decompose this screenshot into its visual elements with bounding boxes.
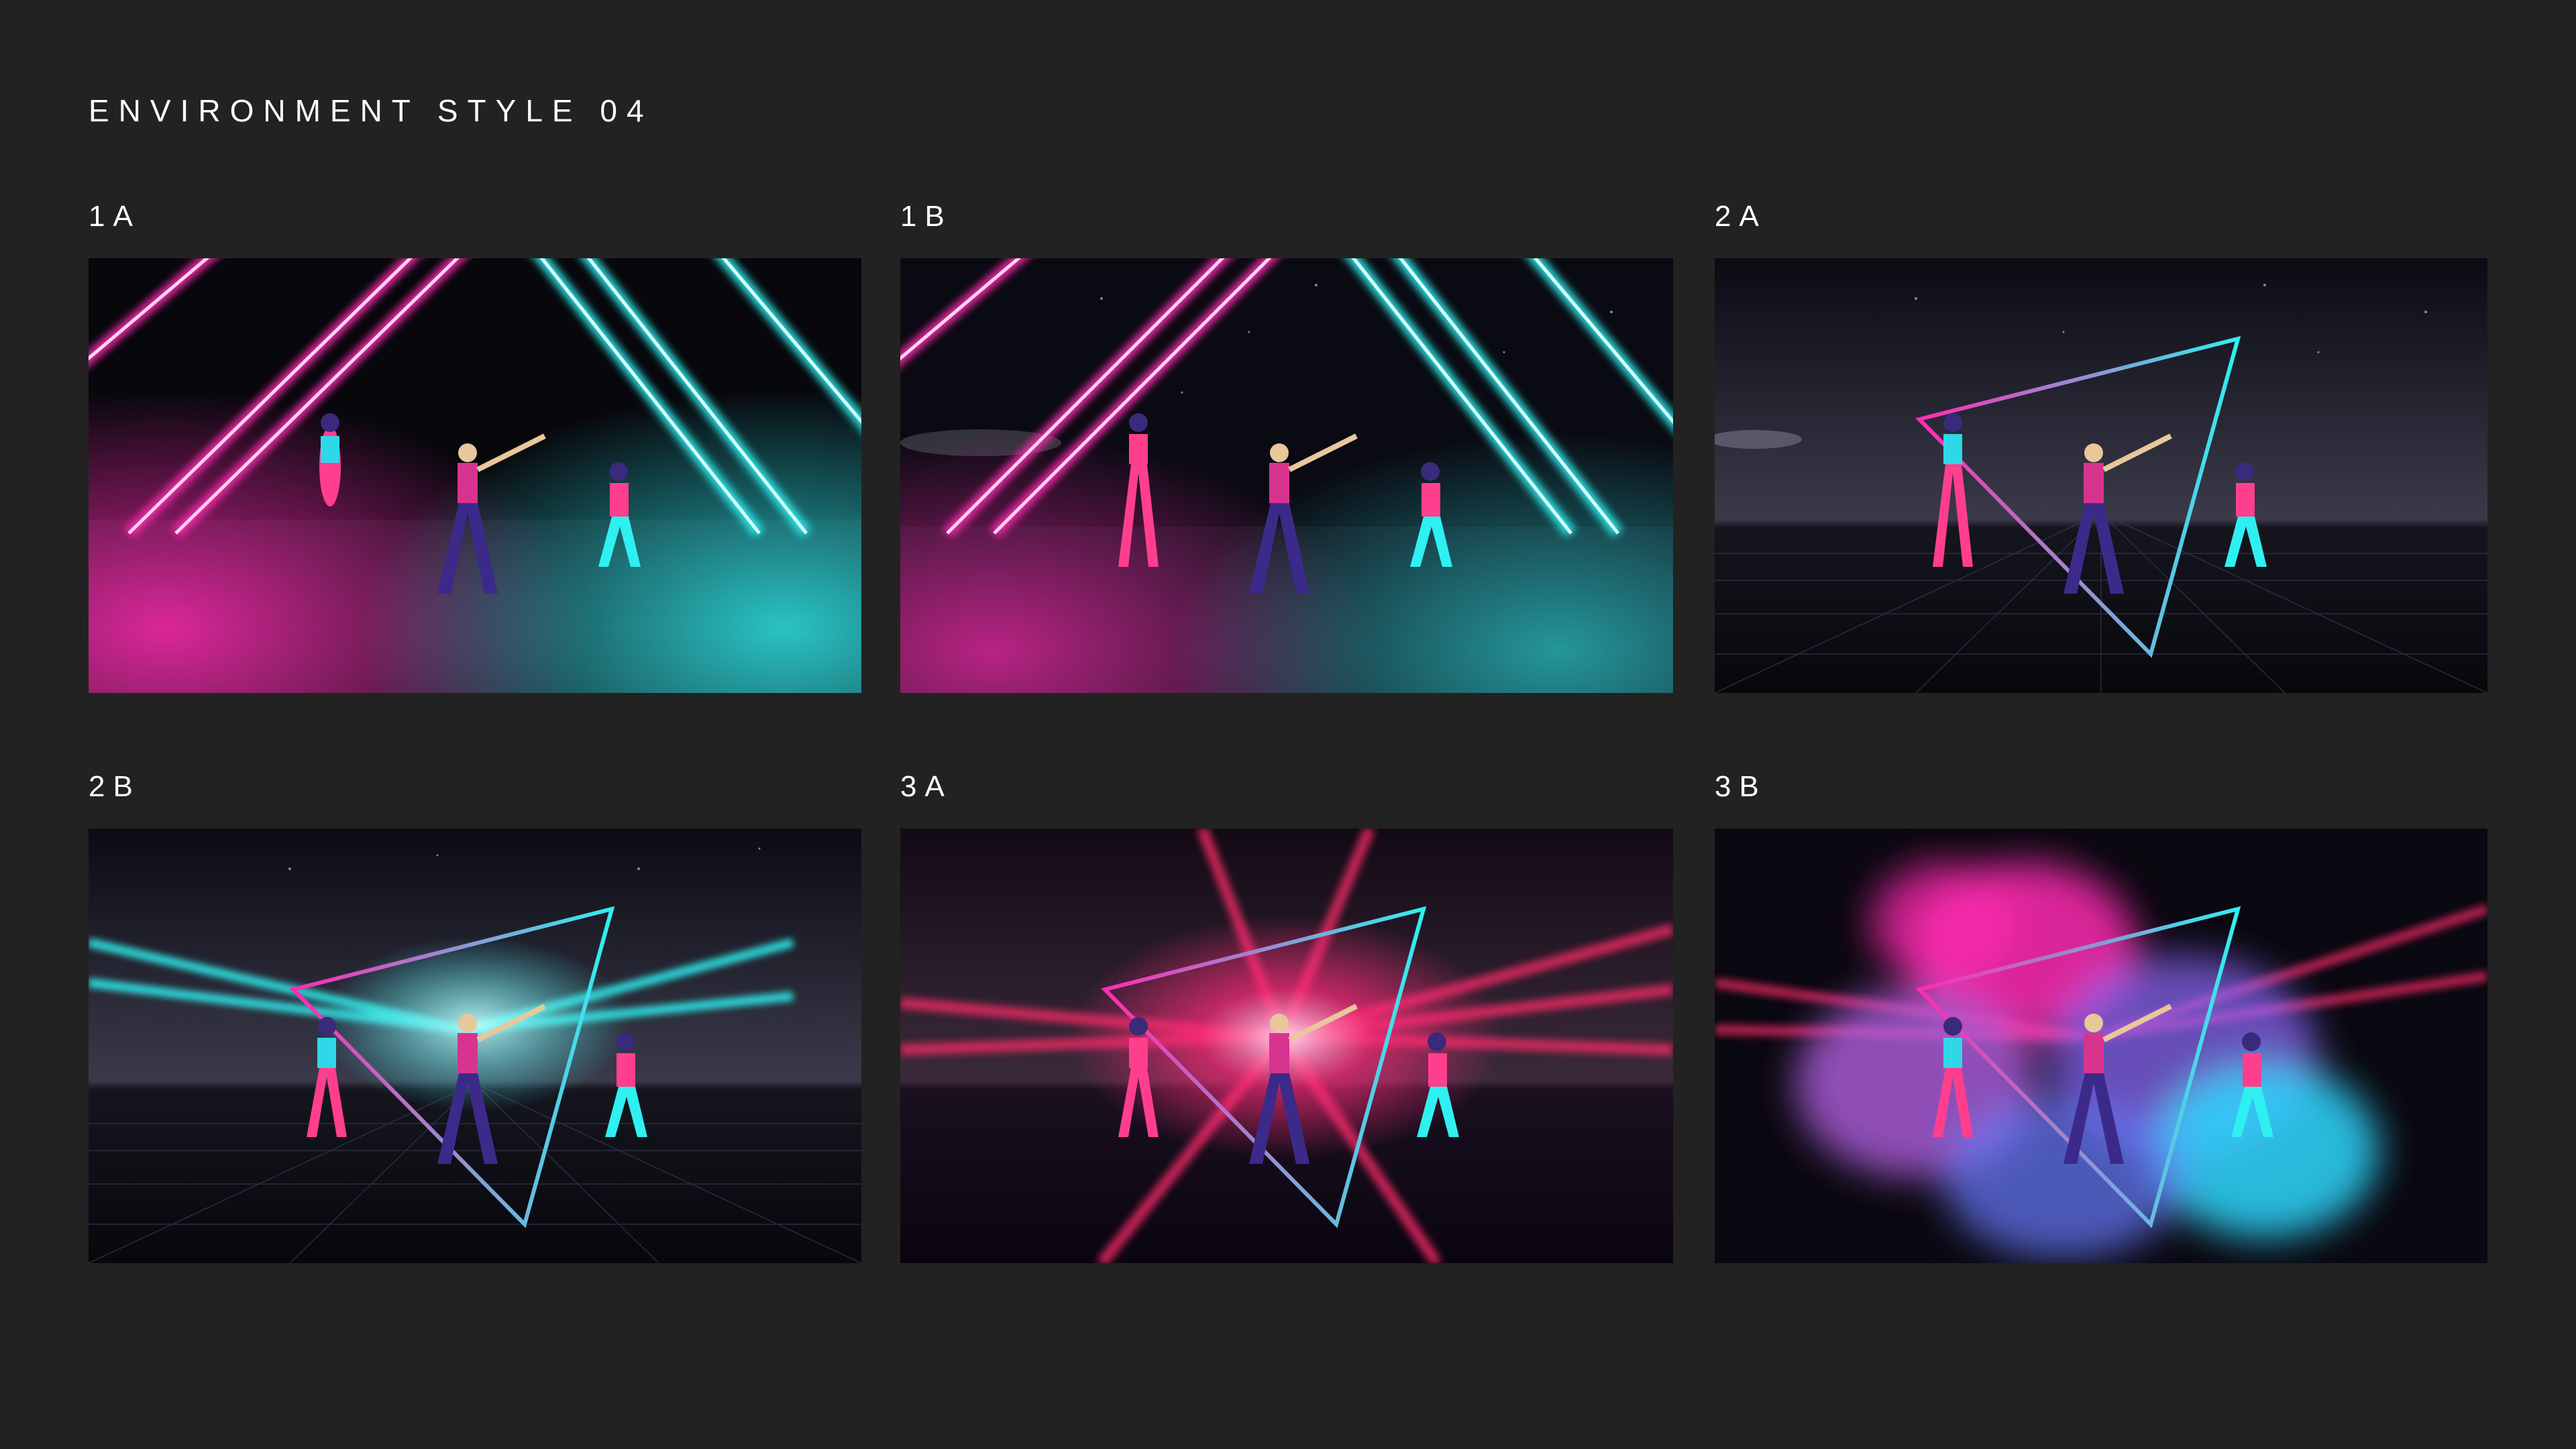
panel-3a-image xyxy=(900,828,1673,1263)
panel-1b-image xyxy=(900,258,1673,693)
panel-label-2b: 2B xyxy=(89,770,141,803)
panel-3b-image xyxy=(1715,828,2487,1263)
panel-label-3a: 3A xyxy=(900,770,953,803)
panel-label-2a: 2A xyxy=(1715,200,1767,233)
panel-label-3b: 3B xyxy=(1715,770,1767,803)
panel-2a-image xyxy=(1715,258,2487,693)
panel-label-1b: 1B xyxy=(900,200,953,233)
page-title: ENVIRONMENT STYLE 04 xyxy=(89,93,653,128)
panel-label-1a: 1A xyxy=(89,200,141,233)
panel-1a-image xyxy=(89,258,861,693)
panel-2b-image xyxy=(89,828,861,1263)
